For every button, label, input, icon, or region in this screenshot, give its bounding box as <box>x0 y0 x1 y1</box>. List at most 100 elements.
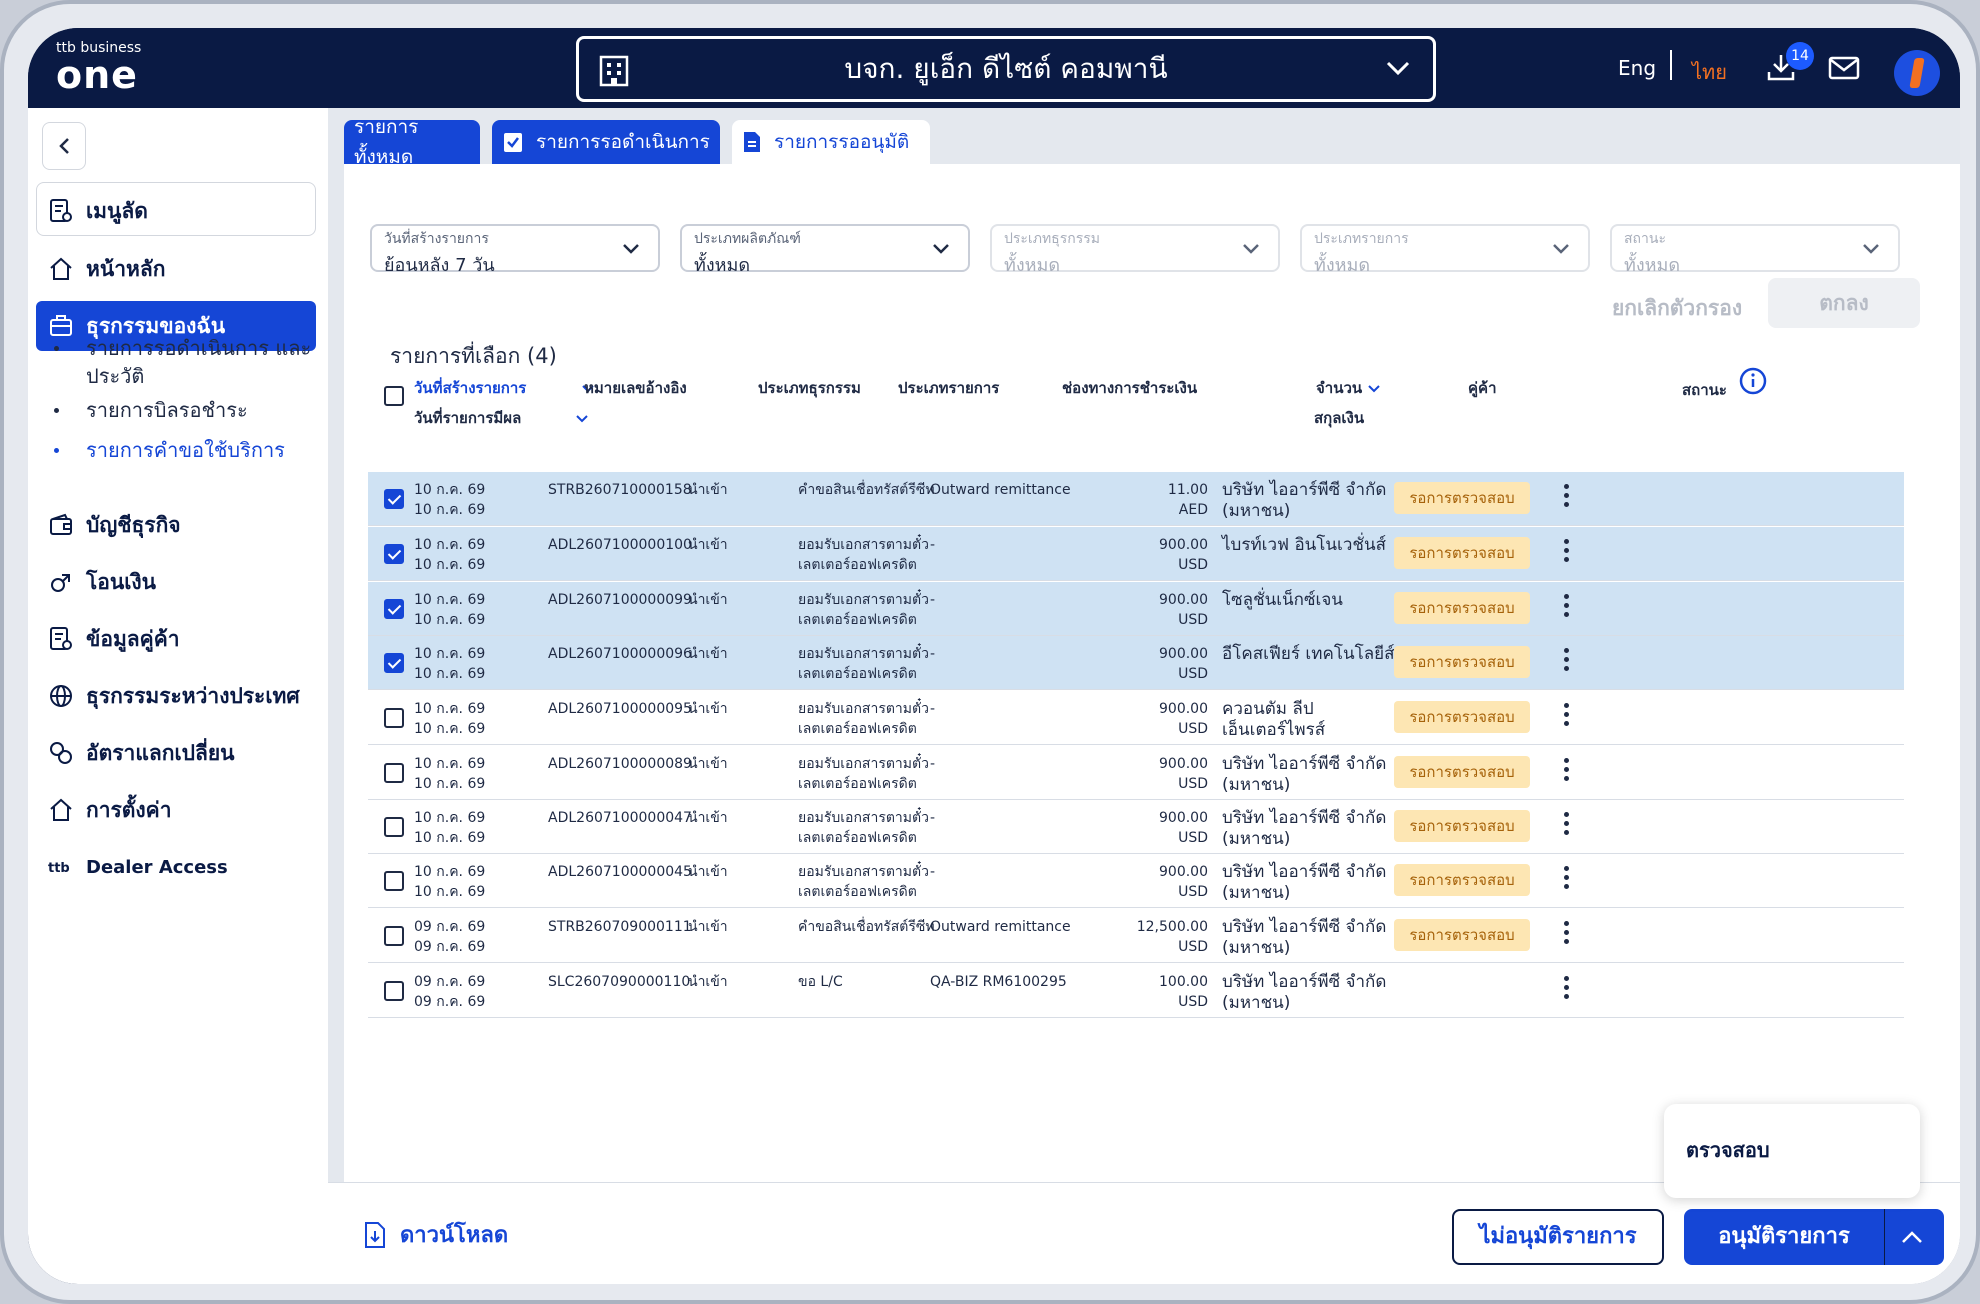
more-options-icon[interactable] <box>1564 866 1570 892</box>
filter-label: สถานะ <box>1624 231 1666 247</box>
amount: 900.00 <box>1159 537 1208 553</box>
info-icon[interactable] <box>1738 366 1768 400</box>
item-type: คำขอสินเชื่อทรัสต์รีซีท <box>798 919 935 935</box>
transaction-type: นำเข้า <box>688 974 728 990</box>
chevron-down-icon <box>1385 59 1411 81</box>
sidebar-item-home[interactable]: หน้าหลัก <box>36 244 316 294</box>
item-type-line2: เลตเตอร์ออฟเครดิต <box>798 776 917 792</box>
download-button[interactable]: ดาวน์โหลด <box>364 1217 508 1252</box>
table-row[interactable]: 10 ก.ค. 69 10 ก.ค. 69 ADL2607100000095 นำเข… <box>368 691 1904 745</box>
col-amount[interactable]: จำนวน <box>1316 376 1362 400</box>
sidebar-item-transfer[interactable]: โอนเงิน <box>36 557 316 607</box>
sidebar-collapse-button[interactable] <box>42 122 86 170</box>
sidebar-item-dealer-access[interactable]: ttb Dealer Access <box>36 842 316 892</box>
approve-button[interactable]: อนุมัติรายการ <box>1684 1209 1944 1265</box>
apply-filter-button[interactable]: ตกลง <box>1768 278 1920 328</box>
row-checkbox[interactable] <box>384 653 404 673</box>
lang-thai[interactable]: ไทย <box>1692 56 1727 88</box>
row-checkbox[interactable] <box>384 599 404 619</box>
sidebar-item-business-account[interactable]: บัญชีธุรกิจ <box>36 500 316 550</box>
filter-created-date[interactable]: วันที่สร้างรายการ ย้อนหลัง 7 วัน <box>370 224 660 276</box>
row-checkbox[interactable] <box>384 981 404 1001</box>
reference-number: ADL2607100000095 <box>548 701 692 717</box>
lang-english[interactable]: Eng <box>1618 56 1656 80</box>
payment-channel: - <box>930 810 936 826</box>
chevron-down-icon <box>1552 240 1570 259</box>
sort-chevron-icon[interactable] <box>576 408 588 427</box>
table-row[interactable]: 09 ก.ค. 69 09 ก.ค. 69 SLC2607090000110 นำเข… <box>368 964 1904 1018</box>
status-badge: รอการตรวจสอบ <box>1394 482 1530 514</box>
more-options-icon[interactable] <box>1564 976 1570 1002</box>
sidebar-item-settings[interactable]: การตั้งค่า <box>36 785 316 835</box>
reference-number: SLC2607090000110 <box>548 974 691 990</box>
created-date: 09 ก.ค. 69 <box>414 919 486 935</box>
row-checkbox[interactable] <box>384 763 404 783</box>
sidebar-item-international[interactable]: ธุรกรรมระหว่างประเทศ <box>36 671 316 721</box>
sidebar-subitem-pending-history[interactable]: รายการรอดำเนินการ และประวัติ <box>54 334 314 390</box>
filter-status[interactable]: สถานะ ทั้งหมด <box>1610 224 1900 276</box>
mail-icon[interactable] <box>1828 56 1860 84</box>
sidebar-subitem-service-requests[interactable]: รายการคำขอใช้บริการ <box>54 436 314 464</box>
table-row[interactable]: 10 ก.ค. 69 10 ก.ค. 69 ADL2607100000099 นำเข… <box>368 582 1904 636</box>
payment-channel: - <box>930 592 936 608</box>
transaction-type: นำเข้า <box>688 756 728 772</box>
ttb-icon: ttb <box>48 861 70 875</box>
ttb-business-one-logo[interactable]: ttb business one <box>56 40 141 94</box>
table-row[interactable]: 10 ก.ค. 69 10 ก.ค. 69 ADL2607100000045 นำเข… <box>368 854 1904 908</box>
row-checkbox[interactable] <box>384 871 404 891</box>
table-row[interactable]: 10 ก.ค. 69 10 ก.ค. 69 ADL2607100000047 นำเข… <box>368 800 1904 854</box>
col-effective-date[interactable]: วันที่รายการมีผล <box>414 406 521 430</box>
status-badge: รอการตรวจสอบ <box>1394 646 1530 678</box>
filter-item-type[interactable]: ประเภทรายการ ทั้งหมด <box>1300 224 1590 276</box>
select-all-checkbox[interactable] <box>384 386 404 406</box>
approve-divider <box>1884 1209 1885 1265</box>
row-checkbox[interactable] <box>384 926 404 946</box>
company-selector[interactable]: บจก. ยูเอ็ก ดีไซต์ คอมพานี <box>576 36 1436 102</box>
device-frame: ttb business one บจก. ยูเอ็ก ดีไซต์ คอมพ… <box>0 0 1980 1304</box>
amount: 900.00 <box>1159 701 1208 717</box>
item-type-line2: เลตเตอร์ออฟเครดิต <box>798 666 917 682</box>
col-currency: สกุลเงิน <box>1314 409 1365 427</box>
table-row[interactable]: 09 ก.ค. 69 09 ก.ค. 69 STRB260709000111 นำเข… <box>368 909 1904 963</box>
table-row[interactable]: 10 ก.ค. 69 10 ก.ค. 69 ADL2607100000089 นำเข… <box>368 746 1904 800</box>
more-options-icon[interactable] <box>1564 594 1570 620</box>
reference-number: ADL2607100000089 <box>548 756 692 772</box>
col-created-date[interactable]: วันที่สร้างรายการ <box>414 376 526 400</box>
transfer-icon <box>51 574 70 592</box>
more-options-icon[interactable] <box>1564 758 1570 784</box>
user-avatar[interactable] <box>1894 50 1940 96</box>
table-row[interactable]: 10 ก.ค. 69 10 ก.ค. 69 ADL2607100000096 นำเข… <box>368 636 1904 690</box>
clear-filter-button[interactable]: ยกเลิกตัวกรอง <box>1612 292 1742 325</box>
chevron-up-icon[interactable] <box>1900 1225 1924 1255</box>
more-options-icon[interactable] <box>1564 921 1570 947</box>
table-row[interactable]: 10 ก.ค. 69 10 ก.ค. 69 ADL2607100000100 นำเข… <box>368 527 1904 581</box>
tab-all-transactions[interactable]: รายการทั้งหมด <box>344 116 480 168</box>
more-options-icon[interactable] <box>1564 648 1570 674</box>
row-checkbox[interactable] <box>384 817 404 837</box>
tab-pending[interactable]: รายการรอดำเนินการ <box>492 120 720 164</box>
sidebar-subitem-bills[interactable]: รายการบิลรอชำระ <box>54 396 314 424</box>
table-row[interactable]: 10 ก.ค. 69 10 ก.ค. 69 STRB260710000158 นำเข… <box>368 472 1904 526</box>
row-checkbox[interactable] <box>384 708 404 728</box>
filter-product-type[interactable]: ประเภทผลิตภัณฑ์ ทั้งหมด <box>680 224 970 276</box>
partner-name: ควอนตัม ลีป เอ็นเตอร์ไพรส์ <box>1222 699 1325 741</box>
sidebar-item-label: หน้าหลัก <box>86 256 166 281</box>
more-options-icon[interactable] <box>1564 812 1570 838</box>
tab-awaiting-approval[interactable]: รายการรออนุมัติ <box>732 120 930 164</box>
more-options-icon[interactable] <box>1564 703 1570 729</box>
sidebar-item-shortcut[interactable]: เมนูลัด <box>36 186 316 236</box>
row-checkbox[interactable] <box>384 489 404 509</box>
currency: USD <box>1178 939 1208 955</box>
partner-name: โซลูชั่นเน็กซ์เจน <box>1222 590 1343 611</box>
sort-chevron-icon[interactable] <box>1368 378 1380 397</box>
reject-button[interactable]: ไม่อนุมัติรายการ <box>1452 1209 1664 1265</box>
filter-transaction-type[interactable]: ประเภทธุรกรรม ทั้งหมด <box>990 224 1280 276</box>
transaction-type: นำเข้า <box>688 864 728 880</box>
more-options-icon[interactable] <box>1564 484 1570 510</box>
transaction-type: นำเข้า <box>688 482 728 498</box>
menu-item-review[interactable]: ตรวจสอบ <box>1686 1134 1770 1166</box>
row-checkbox[interactable] <box>384 544 404 564</box>
sidebar-item-exchange-rate[interactable]: อัตราแลกเปลี่ยน <box>36 728 316 778</box>
sidebar-item-partner-info[interactable]: ข้อมูลคู่ค้า <box>36 614 316 664</box>
more-options-icon[interactable] <box>1564 539 1570 565</box>
